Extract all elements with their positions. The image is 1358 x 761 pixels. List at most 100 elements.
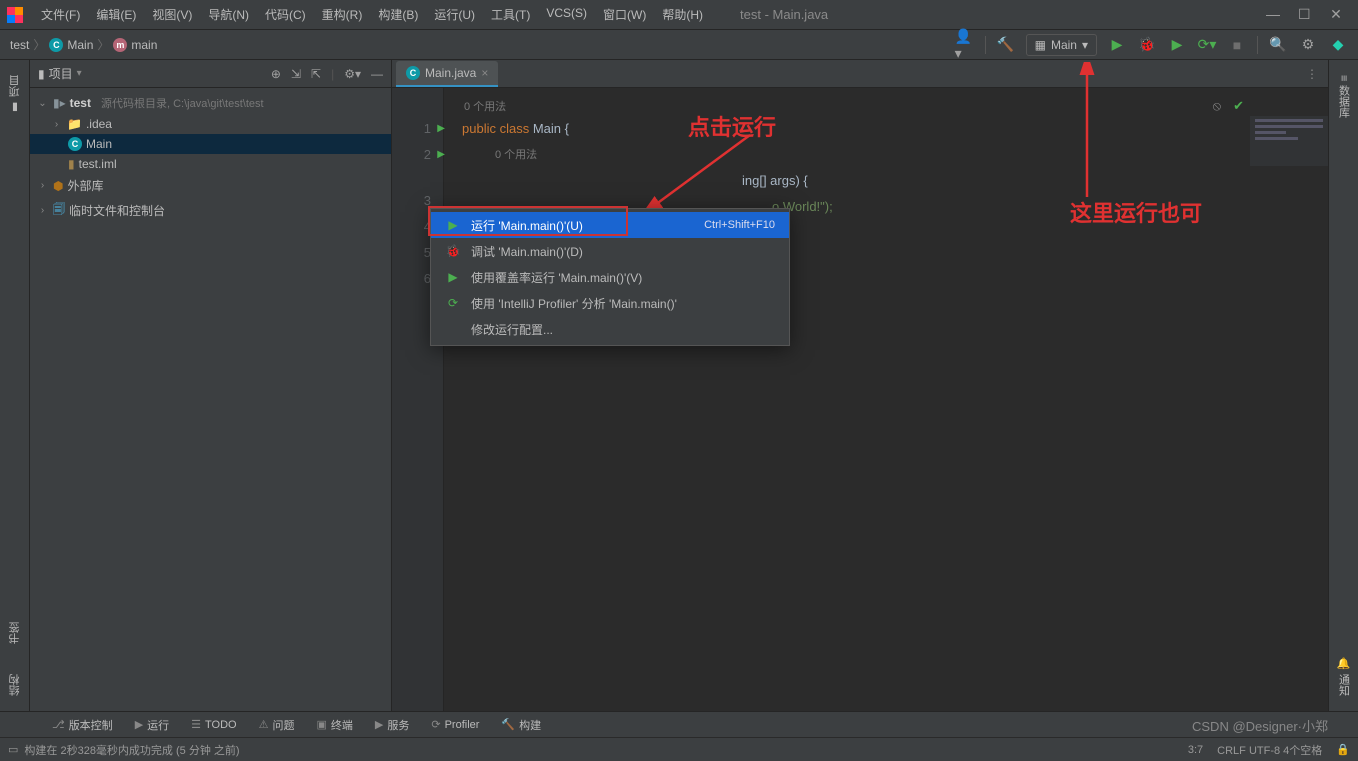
btm-todo[interactable]: ☰TODO — [183, 715, 244, 734]
ctx-run-label: 运行 'Main.main()'(U) — [471, 217, 583, 234]
menu-help[interactable]: 帮助(H) — [655, 2, 710, 27]
gear-icon[interactable]: ⚙▾ — [344, 67, 361, 81]
btm-build[interactable]: 🔨构建 — [493, 714, 549, 736]
terminal-icon: ▣ — [316, 718, 326, 731]
tree-folder-idea[interactable]: › 📁 .idea — [30, 114, 391, 134]
ctx-run-shortcut: Ctrl+Shift+F10 — [704, 219, 775, 231]
run-button[interactable]: ▶ — [1107, 35, 1127, 55]
menu-view[interactable]: 视图(V) — [145, 2, 199, 27]
hide-icon[interactable]: — — [371, 67, 383, 81]
tab-menu-icon[interactable]: ⋮ — [1296, 61, 1328, 87]
tree-scratches[interactable]: › 🗐 临时文件和控制台 — [30, 197, 391, 224]
minimize-button[interactable]: — — [1266, 6, 1278, 23]
expand-all-icon[interactable]: ⇲ — [291, 67, 301, 81]
codewithme-icon[interactable]: ◆ — [1328, 35, 1348, 55]
project-panel-title[interactable]: ▮ 项目 ▾ — [38, 65, 265, 82]
inspection-ok-icon[interactable]: ✔ — [1233, 93, 1244, 119]
annotation-arrow-1 — [640, 130, 760, 220]
run-config-selector[interactable]: ▦ Main ▾ — [1026, 34, 1097, 56]
btm-terminal[interactable]: ▣终端 — [308, 714, 360, 736]
btm-profiler[interactable]: ⟳Profiler — [423, 715, 487, 734]
locate-icon[interactable]: ⊕ — [271, 67, 281, 81]
branch-icon: ⎇ — [52, 718, 65, 731]
debug-button[interactable]: 🐞 — [1137, 35, 1157, 55]
tree-file-iml[interactable]: ▮ test.iml — [30, 154, 391, 174]
structure-toolwindow-button[interactable]: 结构 — [7, 669, 23, 701]
tree-external-libs[interactable]: › ⬢ 外部库 — [30, 174, 391, 197]
class-icon: C — [68, 137, 82, 151]
menu-tools[interactable]: 工具(T) — [484, 2, 537, 27]
expand-arrow-icon[interactable]: ⌄ — [36, 98, 49, 109]
ctx-profiler[interactable]: ⟳ 使用 'IntelliJ Profiler' 分析 'Main.main()… — [431, 290, 789, 316]
status-left: ▭ 构建在 2秒328毫秒内成功完成 (5 分钟 之前) — [8, 742, 240, 758]
run-gutter-icon[interactable]: ▶ — [437, 142, 445, 168]
menu-build[interactable]: 构建(B) — [371, 2, 425, 27]
btm-vcs[interactable]: ⎇版本控制 — [44, 714, 121, 736]
editor-tabs: C Main.java × ⋮ — [392, 60, 1328, 88]
menu-refactor[interactable]: 重构(R) — [315, 2, 370, 27]
close-icon[interactable]: × — [481, 66, 488, 80]
menu-run[interactable]: 运行(U) — [427, 2, 482, 27]
bookmarks-toolwindow-button[interactable]: 书签 — [7, 617, 23, 649]
project-toolwindow-button[interactable]: ▮项目 — [7, 70, 23, 119]
ctx-modify[interactable]: 修改运行配置... — [431, 316, 789, 342]
coverage-run-icon[interactable]: ▶ — [1167, 35, 1187, 55]
tree-file-main[interactable]: C Main — [30, 134, 391, 154]
readonly-icon[interactable]: ⦸ — [1213, 93, 1221, 119]
folder-icon: 📁 — [67, 117, 82, 131]
notifications-toolwindow-button[interactable]: 🔔通知 — [1336, 652, 1352, 701]
expand-arrow-icon[interactable]: › — [50, 119, 63, 130]
usage-hint[interactable]: 0 个用法 — [464, 94, 506, 120]
expand-arrow-icon[interactable]: › — [36, 205, 49, 216]
maximize-button[interactable]: ☐ — [1298, 6, 1310, 23]
avatar-icon[interactable]: 👤▾ — [955, 35, 975, 55]
status-message: 构建在 2秒328毫秒内成功完成 (5 分钟 之前) — [24, 742, 239, 758]
breadcrumb-project[interactable]: test — [10, 38, 29, 52]
run-gutter-icon[interactable]: ▶ — [437, 116, 445, 142]
ctx-debug[interactable]: 🐞 调试 'Main.main()'(D) — [431, 238, 789, 264]
coverage-icon: ▶ — [445, 270, 461, 284]
menu-code[interactable]: 代码(C) — [258, 2, 313, 27]
search-icon[interactable]: 🔍 — [1268, 35, 1288, 55]
status-linecol[interactable]: 3:7 — [1188, 744, 1203, 756]
services-icon: ▶ — [375, 718, 383, 731]
btm-run[interactable]: ▶运行 — [127, 714, 177, 736]
menu-navigate[interactable]: 导航(N) — [201, 2, 256, 27]
collapse-all-icon[interactable]: ⇱ — [311, 67, 321, 81]
status-encoding[interactable]: CRLF UTF-8 4个空格 — [1217, 742, 1322, 758]
close-button[interactable]: ✕ — [1330, 6, 1342, 23]
profiler-run-icon[interactable]: ⟳▾ — [1197, 35, 1217, 55]
project-tree[interactable]: ⌄ ▮▸ test 源代码根目录, C:\java\git\test\test … — [30, 88, 391, 711]
usage-hint[interactable]: 0 个用法 — [462, 142, 1328, 168]
file-icon: ▮ — [68, 157, 75, 171]
status-doc-icon[interactable]: ▭ — [8, 743, 18, 756]
menu-vcs[interactable]: VCS(S) — [539, 2, 594, 27]
bug-icon: 🐞 — [445, 244, 461, 258]
ctx-coverage[interactable]: ▶ 使用覆盖率运行 'Main.main()'(V) — [431, 264, 789, 290]
editor-tab-main[interactable]: C Main.java × — [396, 61, 498, 87]
btm-services[interactable]: ▶服务 — [367, 714, 417, 736]
gear-icon[interactable]: ⚙ — [1298, 35, 1318, 55]
minimap[interactable] — [1250, 116, 1328, 166]
menu-file[interactable]: 文件(F) — [34, 2, 87, 27]
line-number[interactable]: 2▶ — [392, 142, 443, 168]
annotation-run-here: 这里运行也可 — [1070, 196, 1202, 228]
build-icon[interactable]: 🔨 — [996, 35, 1016, 55]
breadcrumb-method[interactable]: main — [131, 38, 157, 52]
editor-content[interactable]: 0 个用法 1▶ 2▶ 3 4 5 6 public class Main { … — [392, 88, 1328, 711]
expand-arrow-icon[interactable]: › — [36, 180, 49, 191]
menu-bar: 文件(F) 编辑(E) 视图(V) 导航(N) 代码(C) 重构(R) 构建(B… — [34, 2, 710, 27]
menu-window[interactable]: 窗口(W) — [596, 2, 653, 27]
line-number[interactable]: 1▶ — [392, 116, 443, 142]
project-panel-header: ▮ 项目 ▾ ⊕ ⇲ ⇱ | ⚙▾ — — [30, 60, 391, 88]
breadcrumb-class[interactable]: Main — [67, 38, 93, 52]
lock-icon[interactable]: 🔒 — [1336, 743, 1350, 756]
annotation-arrow-2 — [1075, 62, 1105, 202]
btm-problems[interactable]: ⚠问题 — [251, 714, 303, 736]
database-toolwindow-button[interactable]: ≡数据库 — [1336, 70, 1352, 123]
stop-button[interactable]: ■ — [1227, 35, 1247, 55]
watermark: CSDN @Designer·小郑 — [1192, 716, 1328, 735]
menu-edit[interactable]: 编辑(E) — [89, 2, 143, 27]
tree-root[interactable]: ⌄ ▮▸ test 源代码根目录, C:\java\git\test\test — [30, 92, 391, 114]
ctx-run[interactable]: ▶ 运行 'Main.main()'(U) Ctrl+Shift+F10 — [431, 212, 789, 238]
